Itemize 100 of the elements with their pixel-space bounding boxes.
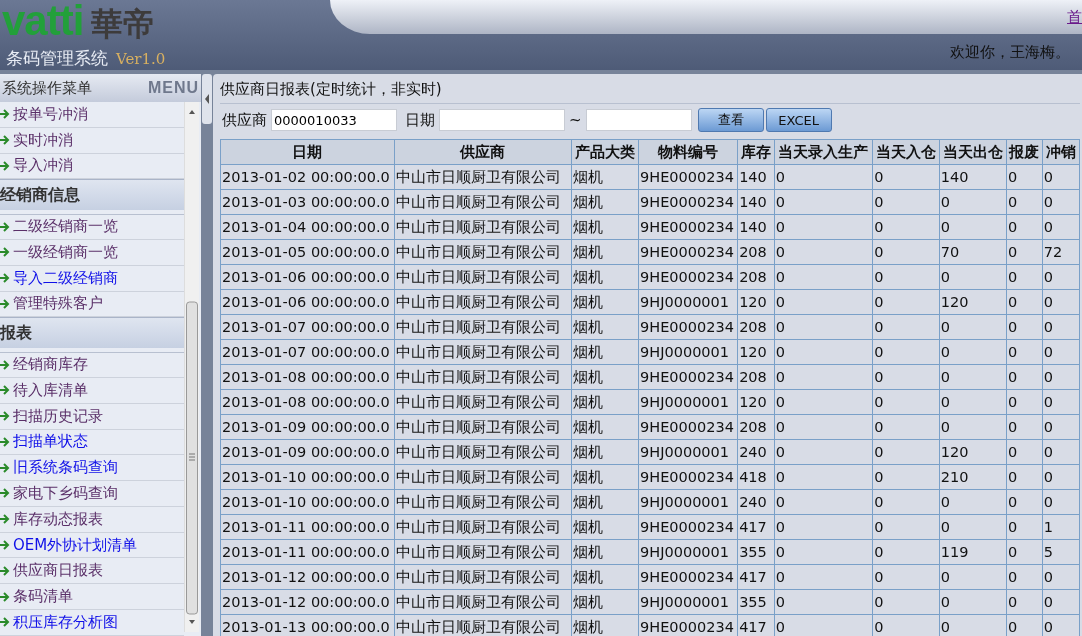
table-cell: 120 — [737, 389, 775, 415]
arrow-icon — [0, 358, 10, 371]
table-cell: 中山市日顺厨卫有限公司 — [394, 264, 572, 290]
table-cell: 0 — [1006, 264, 1043, 290]
table-cell: 9HE0000234 — [638, 514, 738, 540]
table-cell: 烟机 — [571, 439, 639, 465]
supplier-field[interactable]: 0000010033 — [271, 109, 397, 131]
table-cell: 0 — [1042, 314, 1080, 340]
table-cell: 208 — [737, 239, 775, 265]
column-header: 冲销 — [1042, 139, 1080, 165]
arrow-icon — [0, 297, 10, 310]
table-cell: 0 — [1042, 389, 1080, 415]
table-cell: 9HJ0000001 — [638, 489, 738, 515]
table-cell: 0 — [872, 214, 940, 240]
arrow-icon — [0, 246, 10, 259]
table-cell: 烟机 — [571, 314, 639, 340]
scrollbar-drawing[interactable] — [184, 102, 199, 632]
column-header: 报废 — [1006, 139, 1043, 165]
table-cell: 烟机 — [571, 564, 639, 590]
table-cell: 240 — [737, 489, 775, 515]
table-cell: 中山市日顺厨卫有限公司 — [394, 464, 572, 490]
table-cell: 0 — [872, 314, 940, 340]
table-cell: 9HE0000234 — [638, 214, 738, 240]
table-cell: 0 — [939, 589, 1007, 615]
menu-link[interactable]: 积压库存分析图 — [0, 610, 184, 636]
table-cell: 9HJ0000001 — [638, 539, 738, 565]
table-cell: 0 — [872, 589, 940, 615]
table-cell: 9HE0000234 — [638, 364, 738, 390]
table-cell: 0 — [1042, 589, 1080, 615]
table-cell: 2013-01-11 00:00:00.0 — [220, 514, 395, 540]
table-cell: 2013-01-06 00:00:00.0 — [220, 289, 395, 315]
table-cell: 中山市日顺厨卫有限公司 — [394, 514, 572, 540]
column-header: 日期 — [220, 139, 395, 165]
table-cell: 中山市日顺厨卫有限公司 — [394, 589, 572, 615]
view-button[interactable]: 查看 — [697, 108, 764, 132]
table-cell: 0 — [774, 364, 873, 390]
table-cell: 208 — [737, 314, 775, 340]
table-cell: 0 — [774, 514, 873, 540]
table-cell: 120 — [939, 439, 1007, 465]
table-cell: 中山市日顺厨卫有限公司 — [394, 164, 572, 190]
excel-button[interactable]: EXCEL — [765, 108, 832, 132]
table-cell: 2013-01-06 00:00:00.0 — [220, 264, 395, 290]
table-cell: 0 — [1006, 214, 1043, 240]
table-cell: 0 — [872, 614, 940, 636]
table-cell: 1 — [1042, 514, 1080, 540]
start-date-field[interactable] — [439, 109, 565, 131]
table-cell: 9HE0000234 — [638, 614, 738, 636]
table-cell: 0 — [1042, 289, 1080, 315]
table-cell: 0 — [872, 414, 940, 440]
table-cell: 中山市日顺厨卫有限公司 — [394, 339, 572, 365]
arrow-icon — [0, 384, 10, 397]
table-cell: 0 — [1006, 364, 1043, 390]
table-cell: 2013-01-11 00:00:00.0 — [220, 539, 395, 565]
table-cell: 0 — [872, 339, 940, 365]
table-cell: 2013-01-09 00:00:00.0 — [220, 414, 395, 440]
table-cell: 0 — [872, 264, 940, 290]
table-cell: 0 — [774, 464, 873, 490]
table-cell: 烟机 — [571, 539, 639, 565]
table-cell: 烟机 — [571, 514, 639, 540]
table-cell: 0 — [939, 189, 1007, 215]
end-date-field[interactable] — [585, 109, 692, 131]
table-cell: 120 — [939, 289, 1007, 315]
arrow-icon — [0, 487, 10, 500]
column-header: 产品大类 — [571, 139, 639, 165]
table-cell: 0 — [1006, 589, 1043, 615]
table-cell: 208 — [737, 264, 775, 290]
column-header: 物料编号 — [638, 139, 738, 165]
version-label: Ver1.0 — [116, 49, 166, 68]
table-cell: 9HE0000234 — [638, 564, 738, 590]
report-title: 供应商日报表(定时统计，非实时) — [220, 80, 1080, 104]
table-cell: 120 — [737, 289, 775, 315]
table-cell: 0 — [774, 239, 873, 265]
table-cell: 0 — [872, 364, 940, 390]
table-cell: 中山市日顺厨卫有限公司 — [394, 539, 572, 565]
home-link[interactable]: 首 — [1067, 7, 1082, 27]
table-cell: 417 — [737, 514, 775, 540]
table-cell: 9HJ0000001 — [638, 589, 738, 615]
table-cell: 9HE0000234 — [638, 264, 738, 290]
table-cell: 0 — [1042, 164, 1080, 190]
collapse-handle-icon[interactable] — [201, 74, 213, 124]
column-header: 供应商 — [394, 139, 572, 165]
table-cell: 0 — [1006, 189, 1043, 215]
table-cell: 0 — [1006, 539, 1043, 565]
table-cell: 烟机 — [571, 614, 639, 636]
table-cell: 烟机 — [571, 189, 639, 215]
brand-logo-chinese: 華帝 — [91, 3, 156, 45]
table-cell: 0 — [939, 489, 1007, 515]
table-cell: 2013-01-02 00:00:00.0 — [220, 164, 395, 190]
table-cell: 0 — [939, 314, 1007, 340]
table-cell: 烟机 — [571, 239, 639, 265]
table-cell: 0 — [939, 214, 1007, 240]
table-cell: 0 — [774, 539, 873, 565]
column-header: 当天出仓 — [939, 139, 1007, 165]
table-cell: 9HE0000234 — [638, 189, 738, 215]
table-cell: 烟机 — [571, 214, 639, 240]
arrow-icon — [0, 108, 10, 121]
table-cell: 0 — [774, 614, 873, 636]
table-cell: 0 — [872, 514, 940, 540]
table-cell: 0 — [939, 339, 1007, 365]
table-cell: 烟机 — [571, 164, 639, 190]
